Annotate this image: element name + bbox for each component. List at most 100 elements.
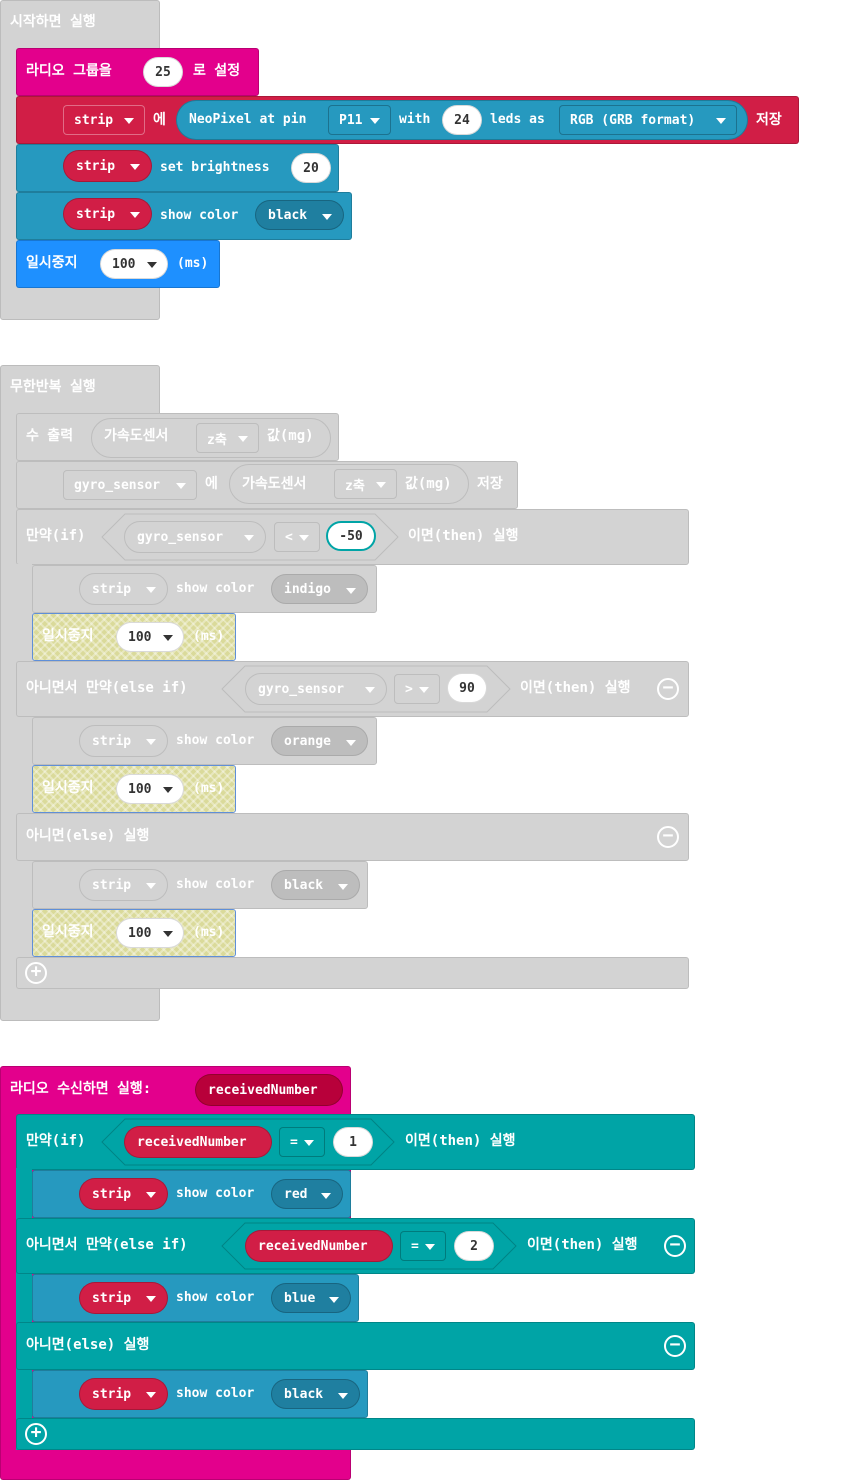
minus-circle-icon[interactable]: − [664,1235,686,1257]
strip-variable-pill[interactable]: strip [63,150,152,182]
strip-variable-pill[interactable]: strip [63,198,152,230]
operator-value: > [405,681,413,697]
compare-value-input[interactable]: 2 [454,1231,494,1261]
else-label: 아니면(else) 실행 [26,828,150,844]
strip-variable-pill[interactable]: strip [79,1178,168,1210]
operator-dropdown[interactable]: < [274,522,320,552]
strip-variable-label: strip [76,158,116,174]
operator-dropdown[interactable]: > [394,674,440,704]
strip-variable-pill[interactable]: strip [79,573,168,605]
chevron-down-icon [716,118,726,124]
color-dropdown[interactable]: orange [271,726,368,756]
pause-duration-value: 100 [128,781,152,797]
show-color-label: show color [176,733,255,748]
operator-dropdown[interactable]: = [279,1127,325,1157]
strip-variable-label: strip [76,206,116,222]
chevron-down-icon [304,1140,314,1146]
color-dropdown[interactable]: indigo [271,574,368,604]
chevron-down-icon [163,787,173,793]
pin-dropdown[interactable]: P11 [328,105,391,135]
if-label: 만약(if) [26,1133,86,1149]
strip-variable-pill[interactable]: strip [79,725,168,757]
color-value: black [284,877,324,893]
pause-label: 일시중지 [42,628,94,644]
show-color-label: show color [176,1290,255,1305]
compare-value-input[interactable]: 90 [447,673,487,703]
gyro-sensor-label: gyro_sensor [74,477,161,493]
neopixel-leds-as-label: leds as [490,112,545,127]
minus-circle-icon[interactable]: − [657,826,679,848]
pause-unit-label: (ms) [177,256,209,271]
gyro-sensor-variable-pill[interactable]: gyro_sensor [245,673,387,705]
show-color-label: show color [176,877,255,892]
minus-circle-icon[interactable]: − [664,1335,686,1357]
gyro-sensor-variable-pill[interactable]: gyro_sensor [124,521,266,553]
pause-duration-dropdown[interactable]: 100 [116,918,184,948]
chevron-down-icon [244,535,254,541]
color-dropdown[interactable]: black [271,1379,360,1409]
chevron-down-icon [147,262,157,268]
color-dropdown[interactable]: black [271,870,360,900]
brightness-input[interactable]: 20 [291,153,331,183]
chevron-down-icon [176,483,186,489]
radio-set-group-suffix: 로 설정 [193,63,241,79]
pause-duration-dropdown[interactable]: 100 [116,774,184,804]
chevron-down-icon [346,588,356,594]
radio-group-input[interactable]: 25 [143,57,183,87]
received-number-pill[interactable]: receivedNumber [124,1126,272,1158]
color-dropdown[interactable]: blue [271,1283,351,1313]
color-value: black [284,1386,324,1402]
strip-variable-label: strip [92,733,132,749]
strip-variable-label: strip [92,877,132,893]
color-dropdown[interactable]: red [271,1179,343,1209]
strip-variable-dropdown[interactable]: strip [63,105,145,135]
color-value: blue [284,1290,316,1306]
compare-value-input[interactable]: 1 [333,1127,373,1157]
if-block-footer [16,957,689,989]
color-dropdown[interactable]: black [255,200,344,230]
operator-dropdown[interactable]: = [400,1231,446,1261]
minus-circle-icon[interactable]: − [657,678,679,700]
chevron-down-icon [346,740,356,746]
pixel-format-dropdown[interactable]: RGB (GRB format) [559,105,737,135]
neopixel-create-label: NeoPixel at pin [189,112,307,127]
chevron-down-icon [329,1297,339,1303]
if-block-footer [16,1418,695,1450]
axis-value: z축 [345,478,365,494]
received-number-pill[interactable]: receivedNumber [245,1230,393,1262]
axis-value: z축 [207,432,227,448]
chevron-down-icon [146,1392,156,1398]
operator-value: = [290,1134,298,1150]
gyro-sensor-label: gyro_sensor [258,681,345,697]
led-count-input[interactable]: 24 [442,105,482,135]
plus-circle-icon[interactable]: + [25,962,47,984]
pause-duration-value: 100 [128,925,152,941]
strip-variable-pill[interactable]: strip [79,1378,168,1410]
chevron-down-icon [321,1193,331,1199]
pause-unit-label: (ms) [193,925,225,940]
if-label: 만약(if) [26,528,86,544]
chevron-down-icon [146,739,156,745]
else-if-label: 아니면서 만약(else if) [26,1237,188,1253]
received-number-param[interactable]: receivedNumber [195,1074,343,1106]
chevron-down-icon [370,118,380,124]
pause-label: 일시중지 [42,924,94,940]
else-label: 아니면(else) 실행 [26,1337,150,1353]
strip-variable-pill[interactable]: strip [79,1282,168,1314]
pause-duration-value: 100 [128,629,152,645]
chevron-down-icon [146,883,156,889]
pause-unit-label: (ms) [193,781,225,796]
pause-duration-dropdown[interactable]: 100 [100,249,168,279]
compare-value-input[interactable]: -50 [326,521,376,551]
pause-duration-dropdown[interactable]: 100 [116,622,184,652]
axis-dropdown[interactable]: z축 [334,469,397,499]
accelerometer-unit: 값(mg) [405,476,452,492]
pause-duration-value: 100 [112,256,136,272]
gyro-sensor-variable-dropdown[interactable]: gyro_sensor [63,470,197,500]
axis-dropdown[interactable]: z축 [196,423,259,453]
strip-variable-pill[interactable]: strip [79,869,168,901]
plus-circle-icon[interactable]: + [25,1423,47,1445]
if-then-label: 이면(then) 실행 [408,528,519,544]
chevron-down-icon [376,482,386,488]
chevron-down-icon [130,212,140,218]
